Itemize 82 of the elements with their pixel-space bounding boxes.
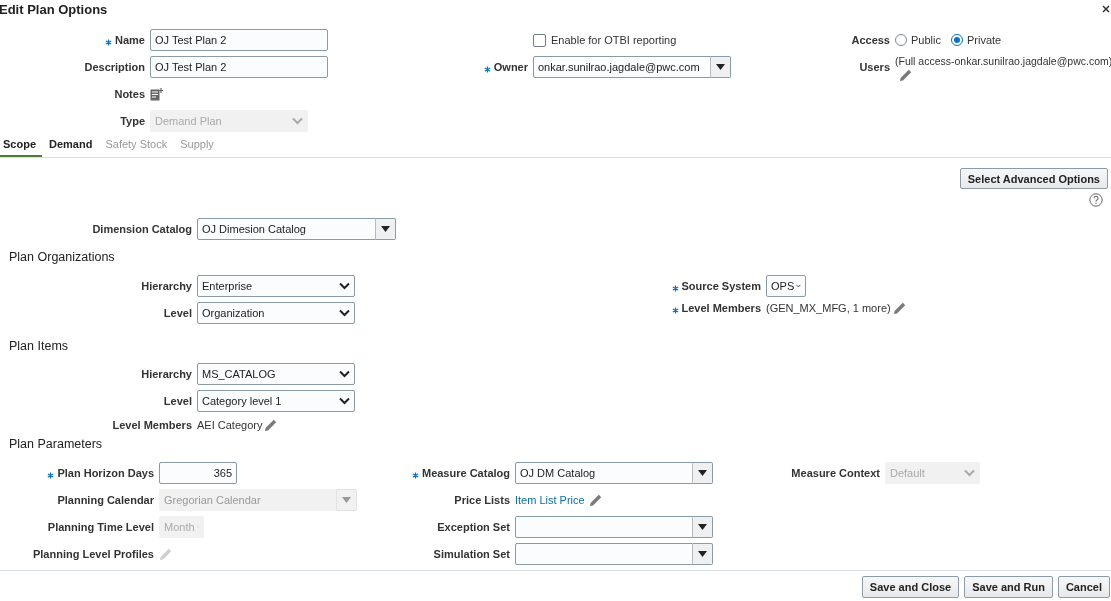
field-label: Plan Horizon Days [57, 467, 154, 479]
text-field[interactable]: OJ Test Plan 2 [150, 29, 328, 51]
tab[interactable]: Scope [0, 132, 42, 157]
caret-icon [342, 497, 351, 503]
combo-field[interactable]: OJ Dimesion Catalog [197, 218, 376, 240]
checkbox[interactable] [533, 33, 546, 47]
field-label: Planning Calendar [57, 494, 154, 506]
chevron-icon [796, 282, 801, 290]
close-icon[interactable] [1102, 5, 1110, 13]
field-label: Hierarchy [141, 368, 192, 380]
field-label: Level [163, 307, 192, 319]
chevron-icon [292, 117, 303, 125]
checkbox-label: Enable for OTBI reporting [551, 34, 677, 46]
text-field[interactable]: OJ Test Plan 2 [150, 56, 328, 78]
select-field[interactable]: OPS [766, 275, 806, 297]
select-field[interactable]: Enterprise [197, 275, 355, 297]
field-label: Planning Time Level [47, 521, 154, 533]
chevron-icon [339, 370, 350, 378]
caret-icon [381, 226, 390, 232]
field-label: Dimension Catalog [92, 223, 192, 235]
select-field[interactable]: Organization [197, 302, 355, 324]
select-field[interactable]: Category level 1 [197, 390, 355, 412]
field-label: Name [115, 34, 145, 46]
section-heading: Plan Parameters [9, 436, 104, 453]
footer-button[interactable]: Cancel [1057, 576, 1110, 598]
pencil-icon[interactable] [899, 67, 913, 82]
combo-field[interactable] [515, 543, 693, 565]
field-label: Hierarchy [141, 280, 192, 292]
section-heading: Plan Organizations [9, 249, 116, 266]
field-label: Description [84, 61, 145, 73]
field-label: Level Members [112, 419, 192, 431]
radio-label: Public [911, 34, 941, 46]
dropdown-button[interactable] [375, 218, 396, 240]
field-label: Type [120, 115, 145, 127]
link[interactable]: Item List Price [515, 494, 585, 506]
field-label: Simulation Set [433, 548, 510, 560]
caret-icon [698, 551, 707, 557]
chevron-icon [339, 309, 350, 317]
tab[interactable]: Demand [46, 132, 99, 157]
radio-button[interactable] [950, 34, 963, 46]
dropdown-button[interactable] [710, 56, 731, 78]
field-label: Owner [493, 61, 528, 73]
dialog-title: Edit Plan Options [0, 1, 108, 17]
dropdown-button[interactable] [692, 462, 713, 484]
field-label: Planning Level Profiles [32, 548, 154, 560]
pencil-icon[interactable] [588, 493, 603, 507]
caret-icon [698, 470, 707, 476]
pencil-icon[interactable] [892, 301, 907, 315]
text-field[interactable]: 365 [159, 462, 237, 484]
footer-button[interactable]: Save and Run [964, 576, 1053, 598]
help-icon[interactable] [1089, 193, 1103, 207]
field-value: (GEN_MX_MFG, 1 more) [766, 302, 891, 314]
field-label: Level Members [681, 302, 761, 314]
field-label: Notes [114, 88, 145, 100]
field-label: Source System [681, 280, 761, 292]
chevron-icon [964, 469, 975, 477]
field-label: Measure Catalog [421, 467, 510, 479]
field-value: AEI Category [197, 419, 263, 431]
radio-button[interactable] [895, 34, 907, 46]
select-advanced-options-button[interactable]: Select Advanced Options [959, 168, 1108, 189]
section-heading: Plan Items [9, 338, 70, 355]
caret-icon [716, 64, 725, 70]
field-label: Measure Context [791, 467, 880, 479]
chevron-icon [339, 397, 350, 405]
radio-label: Private [966, 34, 1002, 46]
dropdown-button[interactable] [692, 543, 713, 565]
caret-icon [698, 524, 707, 530]
pencil-icon[interactable] [264, 418, 279, 432]
field-value: (Full access-onkar.sunilrao.jagdale@pwc.com) [895, 54, 1111, 67]
combo-field[interactable]: OJ DM Catalog [515, 462, 693, 484]
dropdown-button[interactable] [692, 516, 713, 538]
field-label: Users [859, 61, 890, 73]
combo-field[interactable] [515, 516, 693, 538]
field-label: Price Lists [454, 494, 510, 506]
select-field[interactable]: MS_CATALOG [197, 363, 355, 385]
field-label: Exception Set [437, 521, 510, 533]
field-label: Access [851, 34, 890, 46]
notes-icon[interactable] [150, 87, 163, 101]
combo-field[interactable]: onkar.sunilrao.jagdale@pwc.com [533, 56, 711, 78]
chevron-icon [339, 282, 350, 290]
footer-button[interactable]: Save and Close [861, 576, 960, 598]
field-label: Level [163, 395, 192, 407]
